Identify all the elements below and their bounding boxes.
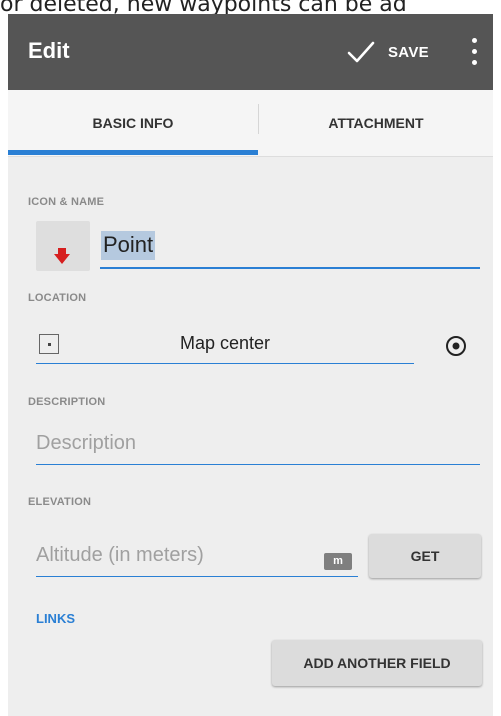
overflow-menu-icon[interactable]	[464, 36, 484, 68]
save-button[interactable]: SAVE	[346, 32, 429, 72]
elevation-unit-badge: m	[324, 553, 352, 570]
active-tab-indicator	[8, 150, 258, 155]
name-value: Point	[101, 231, 156, 260]
waypoint-icon-button[interactable]	[36, 221, 90, 271]
description-placeholder: Description	[36, 432, 137, 454]
save-label: SAVE	[388, 43, 429, 61]
get-elevation-button[interactable]: GET	[369, 534, 481, 578]
edit-screen: Edit SAVE BASIC INFO ATTACHMENT ICON & N…	[8, 14, 493, 716]
description-input[interactable]: Description	[36, 426, 480, 465]
tab-basic-info[interactable]: BASIC INFO	[8, 90, 258, 156]
description-label: DESCRIPTION	[28, 396, 106, 408]
elevation-label: ELEVATION	[28, 496, 92, 508]
name-input[interactable]: Point	[100, 229, 480, 269]
toolbar: Edit SAVE	[8, 14, 493, 90]
location-label: LOCATION	[28, 292, 87, 304]
tab-bar: BASIC INFO ATTACHMENT	[8, 90, 493, 157]
links-label[interactable]: LINKS	[36, 611, 75, 626]
page-caption: or deleted, new waypoints can be ad	[0, 0, 407, 14]
icon-name-label: ICON & NAME	[28, 196, 105, 208]
elevation-input[interactable]: Altitude (in meters)	[36, 538, 358, 577]
tab-attachment[interactable]: ATTACHMENT	[259, 90, 493, 156]
location-field[interactable]: Map center	[36, 327, 414, 364]
add-another-field-button[interactable]: ADD ANOTHER FIELD	[272, 640, 482, 686]
checkmark-icon	[347, 41, 375, 63]
waypoint-arrow-icon	[54, 248, 70, 264]
elevation-placeholder: Altitude (in meters)	[36, 544, 204, 566]
toolbar-title: Edit	[28, 38, 70, 63]
target-icon[interactable]	[444, 334, 468, 358]
location-value: Map center	[179, 333, 271, 353]
